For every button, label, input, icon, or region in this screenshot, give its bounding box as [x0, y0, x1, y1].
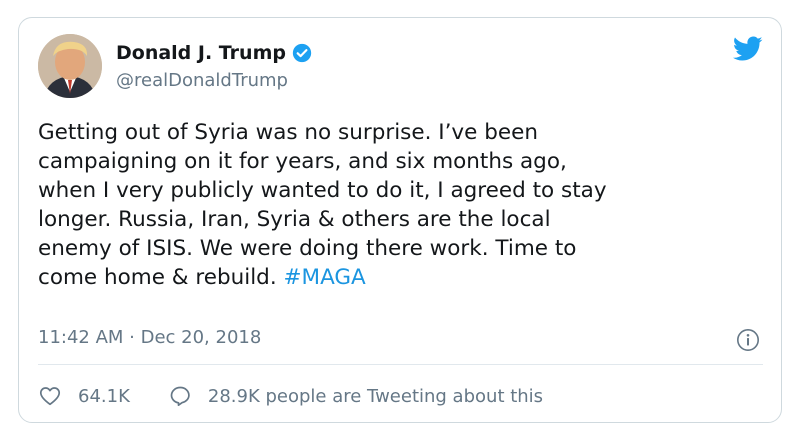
tweet-timestamp[interactable]: 11:42 AM · Dec 20, 2018 — [38, 327, 261, 348]
comment-icon — [170, 386, 190, 407]
author-handle[interactable]: @realDonaldTrump — [116, 70, 288, 91]
tweet-text: Getting out of Syria was no surprise. I’… — [38, 118, 768, 292]
author-row: Donald J. Trump — [116, 42, 312, 64]
verified-badge-icon — [292, 43, 312, 63]
tweeting-about-text: 28.9K people are Tweeting about this — [207, 385, 544, 407]
twitter-bird-icon[interactable] — [733, 36, 763, 62]
avatar[interactable] — [38, 34, 102, 98]
author-name[interactable]: Donald J. Trump — [116, 42, 286, 64]
tweeting-about-link[interactable]: 28.9K people are Tweeting about this — [168, 384, 543, 408]
divider — [38, 364, 763, 365]
like-button[interactable]: 64.1K — [38, 384, 130, 408]
hashtag-link[interactable]: #MAGA — [284, 265, 366, 290]
heart-icon — [39, 387, 61, 406]
info-icon[interactable] — [736, 328, 760, 352]
tweet-card: Donald J. Trump @realDonaldTrump Getting… — [18, 17, 782, 423]
action-bar: 64.1K 28.9K people are Tweeting about th… — [38, 384, 543, 408]
like-count: 64.1K — [78, 385, 130, 407]
avatar-image — [38, 34, 102, 98]
